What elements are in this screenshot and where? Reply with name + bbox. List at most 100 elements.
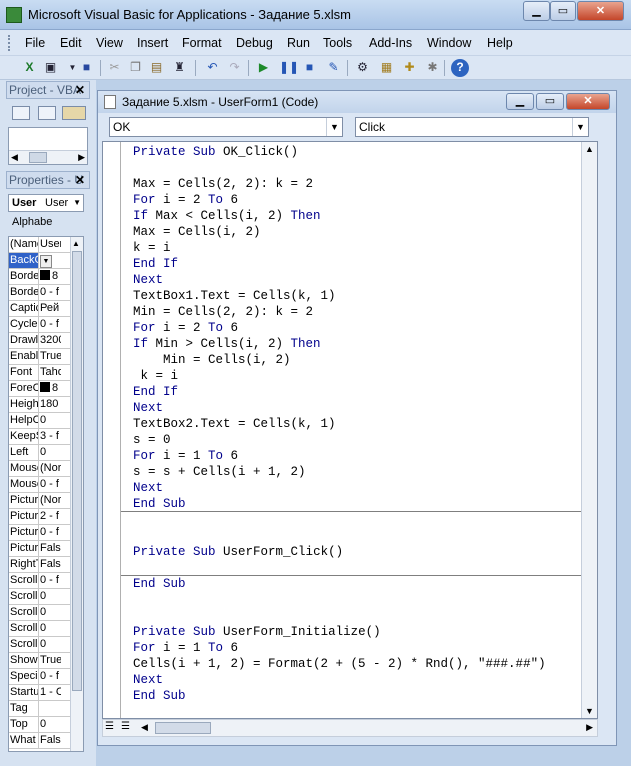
property-value[interactable]: True (39, 653, 61, 668)
cut-icon[interactable]: ✂ (106, 59, 123, 76)
properties-pane-title: Properties - U (9, 173, 84, 187)
property-value[interactable]: 0 - f (39, 317, 61, 332)
properties-pane-header[interactable]: Properties - U ✕ (6, 171, 90, 189)
code-editor[interactable]: Private Sub OK_Click() Max = Cells(2, 2)… (102, 141, 598, 719)
paste-icon[interactable]: ▤ (148, 59, 165, 76)
project-pane-header[interactable]: Project - VBA ✕ (6, 81, 90, 99)
property-value[interactable]: 0 (39, 605, 61, 620)
properties-grid[interactable]: (NameUserBackC▼Borde8Borde0 - fCapticРей… (8, 236, 84, 752)
property-value[interactable]: 3200 (39, 333, 61, 348)
property-value[interactable]: (Nor (39, 493, 61, 508)
view-code-icon[interactable] (12, 106, 30, 120)
procedure-view-icon[interactable]: ☰ (105, 721, 114, 732)
run-icon[interactable]: ▶ (255, 59, 272, 76)
property-value[interactable]: 0 (39, 413, 61, 428)
menu-help[interactable]: Help (487, 36, 513, 50)
property-name: Font (9, 365, 39, 380)
design-mode-icon[interactable]: ✎ (325, 59, 342, 76)
excel-icon[interactable]: X (21, 59, 38, 76)
menu-window[interactable]: Window (427, 36, 471, 50)
object-browser-icon[interactable]: ✚ (401, 59, 418, 76)
property-value[interactable]: 0 - f (39, 285, 61, 300)
find-icon[interactable]: ♜ (171, 59, 188, 76)
menu-format[interactable]: Format (182, 36, 222, 50)
menu-tools[interactable]: Tools (323, 36, 352, 50)
menubar-grip[interactable] (8, 35, 12, 51)
property-value[interactable]: Taho (39, 365, 61, 380)
undo-icon[interactable]: ↶ (204, 59, 221, 76)
project-tree-hscroll[interactable]: ◀ ▶ (9, 150, 87, 164)
property-value[interactable]: 0 - f (39, 477, 61, 492)
save-icon[interactable]: ■ (78, 59, 95, 76)
toolbox-icon[interactable]: ✱ (424, 59, 441, 76)
menu-addins[interactable]: Add-Ins (369, 36, 412, 50)
full-module-view-icon[interactable]: ☰ (121, 721, 130, 732)
property-value[interactable]: Fals (39, 541, 61, 556)
property-value[interactable]: ▼ (39, 253, 61, 268)
property-value[interactable]: 1 - C (39, 685, 61, 700)
code-hscroll[interactable]: ☰ ☰ ◀ ▶ (102, 719, 598, 737)
project-explorer-icon[interactable]: ⚙ (354, 59, 371, 76)
property-value[interactable]: 180 (39, 397, 61, 412)
code-restore-button[interactable]: ▭ (536, 93, 564, 110)
insert-userform-icon[interactable]: ▣ (42, 59, 59, 76)
close-icon[interactable]: ✕ (75, 172, 87, 188)
copy-icon[interactable]: ❐ (127, 59, 144, 76)
menu-view[interactable]: View (96, 36, 123, 50)
scroll-right-icon[interactable]: ▶ (586, 722, 593, 733)
code-margin-indicator-bar[interactable] (103, 142, 121, 718)
help-icon[interactable]: ? (451, 59, 469, 77)
project-tree[interactable]: ◀ ▶ (8, 127, 88, 165)
scroll-left-icon[interactable]: ◀ (141, 722, 148, 733)
properties-vscroll[interactable]: ▲ (70, 237, 83, 751)
property-value[interactable]: 0 (39, 637, 61, 652)
toggle-folders-icon[interactable] (62, 106, 86, 120)
chevron-down-icon[interactable]: ▼ (40, 255, 52, 268)
property-value[interactable]: 0 (39, 589, 61, 604)
minimize-button[interactable]: ▁ (523, 1, 550, 21)
break-icon[interactable]: ❚❚ (279, 59, 299, 76)
property-value[interactable]: 0 - f (39, 525, 61, 540)
code-close-button[interactable]: ✕ (566, 93, 610, 110)
menu-file[interactable]: File (25, 36, 45, 50)
chevron-down-icon[interactable]: ▼ (326, 118, 342, 136)
property-value[interactable]: (Nor (39, 461, 61, 476)
property-value[interactable]: 0 - f (39, 573, 61, 588)
menu-run[interactable]: Run (287, 36, 310, 50)
close-button[interactable]: ✕ (577, 1, 624, 21)
property-value[interactable]: 2 - f (39, 509, 61, 524)
property-value[interactable]: User (39, 237, 61, 252)
close-icon[interactable]: ✕ (75, 82, 87, 98)
code-minimize-button[interactable]: ▁ (506, 93, 534, 110)
properties-window-icon[interactable]: ▦ (378, 59, 395, 76)
procedure-combo[interactable]: Click ▼ (355, 117, 589, 137)
property-name: Drawl (10, 333, 39, 348)
object-selector[interactable]: User User ▼ (8, 194, 84, 212)
property-value[interactable]: 8 (39, 269, 61, 284)
code-text[interactable]: Private Sub OK_Click() Max = Cells(2, 2)… (133, 144, 546, 704)
menu-debug[interactable]: Debug (236, 36, 273, 50)
code-vscroll[interactable]: ▲ ▼ (581, 142, 597, 718)
redo-icon[interactable]: ↷ (226, 59, 243, 76)
object-combo[interactable]: OK ▼ (109, 117, 343, 137)
property-value[interactable]: 0 (39, 621, 61, 636)
menu-edit[interactable]: Edit (60, 36, 82, 50)
tab-alphabetic[interactable]: Alphabe (12, 216, 52, 228)
property-value[interactable] (39, 701, 61, 716)
property-value[interactable]: True (39, 349, 61, 364)
property-value[interactable]: Fals (39, 557, 61, 572)
reset-icon[interactable]: ■ (301, 59, 318, 76)
property-value[interactable]: Рей (39, 301, 61, 316)
maximize-button[interactable]: ▭ (550, 1, 576, 21)
chevron-down-icon[interactable]: ▼ (73, 195, 81, 211)
hscroll-thumb[interactable] (155, 722, 211, 734)
view-object-icon[interactable] (38, 106, 56, 120)
menu-insert[interactable]: Insert (137, 36, 168, 50)
chevron-down-icon[interactable]: ▼ (572, 118, 588, 136)
property-value[interactable]: 0 - f (39, 669, 61, 684)
property-value[interactable]: 3 - f (39, 429, 61, 444)
property-value[interactable]: 8 (39, 381, 61, 396)
property-value[interactable]: 0 (39, 717, 61, 732)
property-value[interactable]: 0 (39, 445, 61, 460)
property-value[interactable]: Fals (39, 733, 61, 748)
